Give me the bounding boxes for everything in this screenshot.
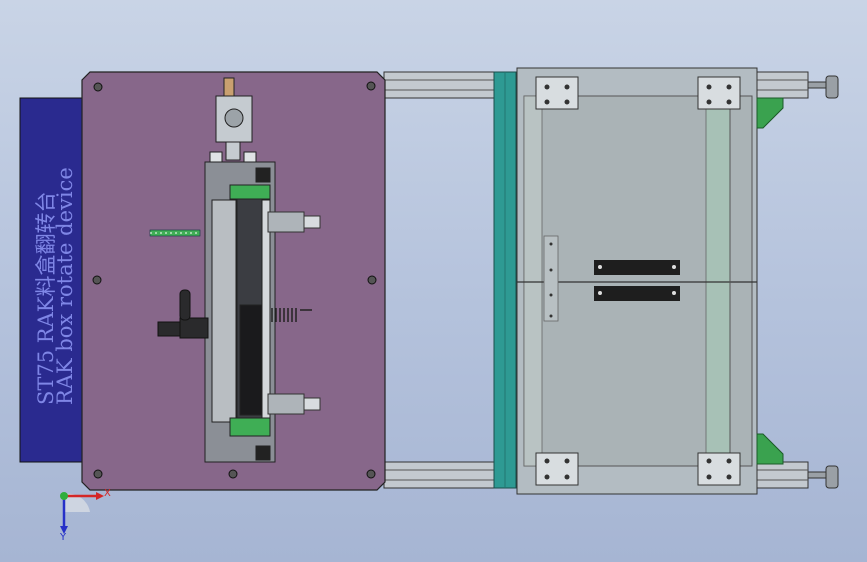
coordinate-triad: X Y	[50, 482, 120, 543]
green-corner-top	[756, 97, 784, 129]
title-line-2: RAK box rotate device	[53, 167, 77, 405]
clamp-bar-lower	[594, 286, 680, 301]
cad-viewport[interactable]: ST75 RAK料盒翻转台 RAK box rotate device	[0, 0, 867, 562]
green-corner-bottom	[756, 433, 784, 465]
y-axis-label: Y	[60, 532, 67, 543]
x-axis-label: X	[104, 488, 111, 499]
leveling-feet	[807, 75, 839, 489]
assembly-drawing[interactable]	[0, 0, 867, 562]
clamp-bar-upper	[594, 260, 680, 275]
rotate-mechanism	[204, 161, 276, 463]
